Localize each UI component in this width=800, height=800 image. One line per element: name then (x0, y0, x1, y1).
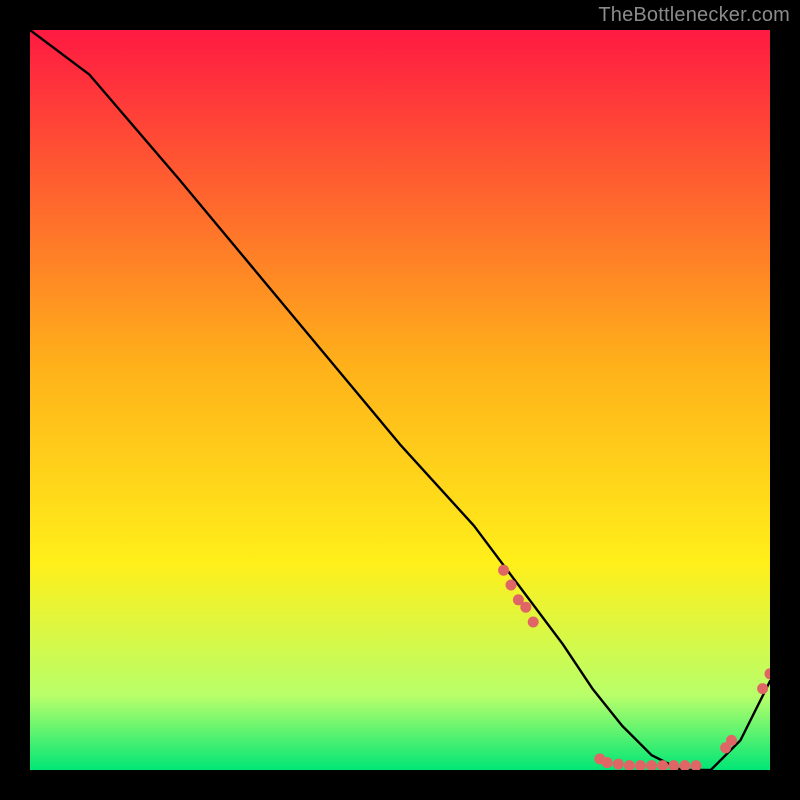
data-dot (528, 617, 539, 628)
chart-frame: TheBottlenecker.com (0, 0, 800, 800)
data-dot (757, 683, 768, 694)
data-dot (520, 602, 531, 613)
attribution-text: TheBottlenecker.com (598, 4, 790, 27)
data-dot (726, 735, 737, 746)
data-dot (613, 759, 624, 770)
data-dot (498, 565, 509, 576)
plot-area (30, 30, 770, 770)
bottleneck-chart (30, 30, 770, 770)
gradient-bg (30, 30, 770, 770)
data-dot (602, 757, 613, 768)
data-dot (506, 580, 517, 591)
